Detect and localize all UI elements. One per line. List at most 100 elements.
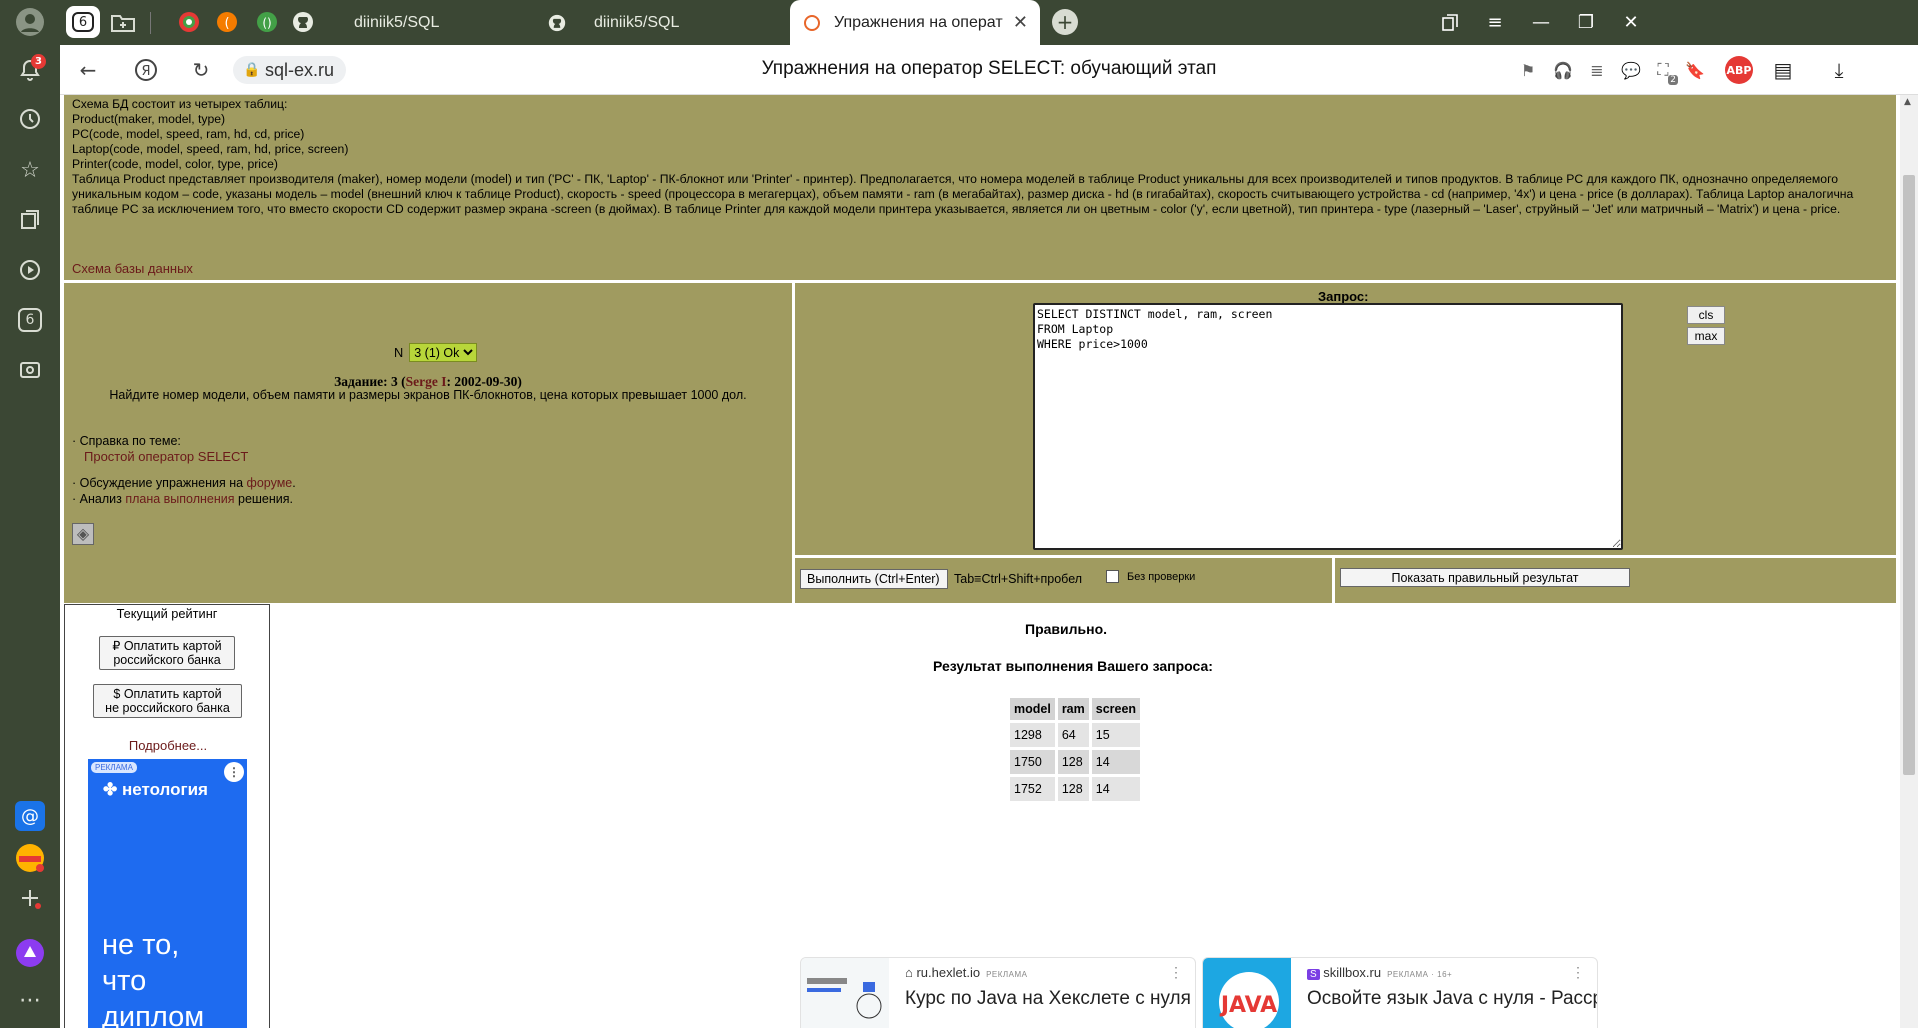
table-cell: 64	[1057, 723, 1089, 747]
column-header: ram	[1057, 698, 1089, 720]
page-scrollbar[interactable]: ▲	[1900, 95, 1918, 1028]
restore-window-icon[interactable]: ❐	[1563, 0, 1609, 45]
ad-options-icon[interactable]: ⋮	[1571, 964, 1585, 981]
github-icon	[548, 14, 566, 32]
back-arrow-icon[interactable]: ←	[73, 55, 103, 85]
notifications-icon[interactable]: 3	[12, 52, 48, 88]
pay-foreign-card-button[interactable]: $ Оплатить картой не российского банка	[93, 684, 242, 718]
url-field[interactable]: 🔒 sql-ex.ru	[233, 56, 347, 84]
pinned-tab-orange-icon[interactable]: (	[210, 6, 244, 38]
downloads-icon[interactable]: ⤓	[1826, 57, 1852, 83]
tab-active-sqlex[interactable]: Упражнения на операт ✕	[790, 0, 1040, 45]
ad-thumbnail-java-logo: JAVA	[1203, 958, 1291, 1028]
ad-label: РЕКЛАМА	[91, 762, 137, 773]
alice-assistant-icon[interactable]	[12, 935, 48, 971]
schema-line: Схема БД состоит из четырех таблиц:	[72, 97, 288, 111]
schema-line: Product(maker, model, type)	[72, 112, 226, 126]
bookmark-flag-icon[interactable]: 🔖	[1682, 57, 1708, 83]
table-cell: 1298	[1010, 723, 1055, 747]
svg-text:JAVA: JAVA	[1219, 993, 1277, 1018]
execution-plan-link[interactable]: плана выполнения	[125, 492, 234, 506]
column-header: screen	[1091, 698, 1141, 720]
scrollbar-thumb[interactable]	[1903, 175, 1915, 775]
task-author[interactable]: Serge I	[406, 374, 447, 389]
address-bar: ← Я ↻ 🔒 sql-ex.ru Упражнения на оператор…	[60, 45, 1918, 95]
help-label: · Справка по теме:	[72, 434, 181, 448]
tab-separator	[150, 12, 151, 34]
screenshot-icon[interactable]	[12, 352, 48, 388]
max-button[interactable]: max	[1687, 327, 1725, 345]
video-play-icon[interactable]	[12, 252, 48, 288]
column-header: model	[1010, 698, 1055, 720]
schema-description: Таблица Product представляет производите…	[72, 172, 1854, 216]
table-row: 1752 128 14	[1010, 777, 1141, 801]
exercise-selector: N 3 (1) Ok	[394, 343, 478, 362]
ad-card-hexlet[interactable]: ⌂ ru.hexlet.io РЕКЛАМА Курс по Java на Хе…	[800, 957, 1196, 1028]
cls-button[interactable]: cls	[1687, 306, 1725, 324]
ad-slogan: не то, что диплом	[102, 929, 205, 1028]
translate-icon[interactable]: ⚑	[1515, 57, 1541, 83]
more-options-icon[interactable]: ⋯	[12, 982, 48, 1018]
sql-query-editor[interactable]: SELECT DISTINCT model, ram, screen FROM …	[1033, 303, 1623, 550]
bookmarks-star-icon[interactable]: ☆	[12, 152, 48, 188]
reader-mode-icon[interactable]: ≣	[1584, 57, 1610, 83]
task-text: Найдите номер модели, объем памяти и раз…	[109, 388, 747, 402]
more-details-link[interactable]: Подробнее...	[65, 738, 271, 753]
collections-icon[interactable]	[12, 202, 48, 238]
ad-options-icon[interactable]: ⋮	[1169, 964, 1183, 981]
task-panel: N 3 (1) Ok Задание: 3 (Serge I: 2002-09-…	[64, 283, 792, 603]
adblock-plus-icon[interactable]: ABP	[1725, 56, 1753, 84]
messenger-app-icon[interactable]	[12, 840, 48, 876]
execute-button[interactable]: Выполнить (Ctrl+Enter)	[800, 569, 948, 589]
pinned-tab-yandex-icon[interactable]	[172, 6, 206, 38]
exercise-select[interactable]: 3 (1) Ok	[409, 343, 478, 362]
svg-text:(: (	[224, 16, 229, 31]
ad-headline: Курс по Java на Хекслете с нуля	[905, 988, 1191, 1009]
headphones-icon[interactable]: 🎧	[1550, 57, 1576, 83]
result-status: Правильно.	[1025, 621, 1108, 637]
forum-link[interactable]: форуме	[247, 476, 293, 490]
pay-russian-card-button[interactable]: ₽ Оплатить картой российского банка	[99, 636, 235, 670]
tab-github-1[interactable]: diiniik5/SQL	[318, 0, 558, 45]
no-check-checkbox[interactable]	[1106, 570, 1119, 583]
table-cell: 15	[1091, 723, 1141, 747]
svg-text:@: @	[21, 806, 39, 827]
side-advertisement[interactable]: РЕКЛАМА ⋮ ✤ нетология не то, что диплом	[88, 759, 247, 1028]
profile-icon[interactable]	[12, 4, 48, 40]
ad-options-icon[interactable]: ⋮	[224, 762, 244, 782]
ad-site: S skillbox.ru РЕКЛАМА · 16+	[1307, 965, 1452, 980]
lock-icon: 🔒	[243, 61, 261, 77]
pinned-tab-github-icon[interactable]	[286, 6, 320, 38]
help-topic-link[interactable]: Простой оператор SELECT	[84, 449, 248, 464]
history-icon[interactable]	[12, 101, 48, 137]
new-tab-plus-icon[interactable]: +	[1052, 9, 1078, 35]
result-table: model ram screen 1298 64 15 1750 128 14 …	[1007, 695, 1143, 804]
tab-counter-icon[interactable]: 6	[12, 302, 48, 338]
extensions-icon[interactable]: ⛶ 2	[1650, 57, 1678, 85]
pinned-tab-green-icon[interactable]: ()	[250, 6, 284, 38]
workspace-switcher[interactable]: 6	[66, 6, 100, 38]
diamond-icon[interactable]: ◈	[72, 523, 94, 545]
query-panel: Запрос: SELECT DISTINCT model, ram, scre…	[795, 283, 1896, 555]
collections-book-icon[interactable]: ▤	[1770, 57, 1796, 83]
tab-collections-icon[interactable]	[1427, 0, 1473, 45]
mail-at-icon[interactable]: @	[12, 798, 48, 834]
add-app-icon[interactable]	[12, 880, 48, 916]
scroll-up-arrow-icon[interactable]: ▲	[1904, 97, 1911, 107]
schema-diagram-link[interactable]: Схема базы данных	[72, 261, 193, 276]
menu-hamburger-icon[interactable]: ≡	[1472, 0, 1518, 45]
ad-site: ⌂ ru.hexlet.io РЕКЛАМА	[905, 965, 1028, 980]
close-window-icon[interactable]: ✕	[1608, 0, 1654, 45]
comments-icon[interactable]: 💬	[1618, 57, 1644, 83]
svg-text:(): ()	[262, 16, 271, 30]
reload-icon[interactable]: ↻	[186, 55, 216, 85]
ad-card-skillbox[interactable]: JAVA S skillbox.ru РЕКЛАМА · 16+ Освойте …	[1202, 957, 1598, 1028]
new-tab-group-icon[interactable]	[106, 6, 140, 38]
yandex-home-icon[interactable]: Я	[131, 55, 161, 85]
show-correct-result-button[interactable]: Показать правильный результат	[1340, 568, 1630, 587]
minimize-window-icon[interactable]: —	[1518, 0, 1564, 45]
table-cell: 1750	[1010, 750, 1055, 774]
close-tab-icon[interactable]: ✕	[1013, 12, 1028, 33]
tab-github-2[interactable]: diiniik5/SQL	[548, 0, 798, 45]
no-check-label: Без проверки	[1127, 570, 1196, 583]
